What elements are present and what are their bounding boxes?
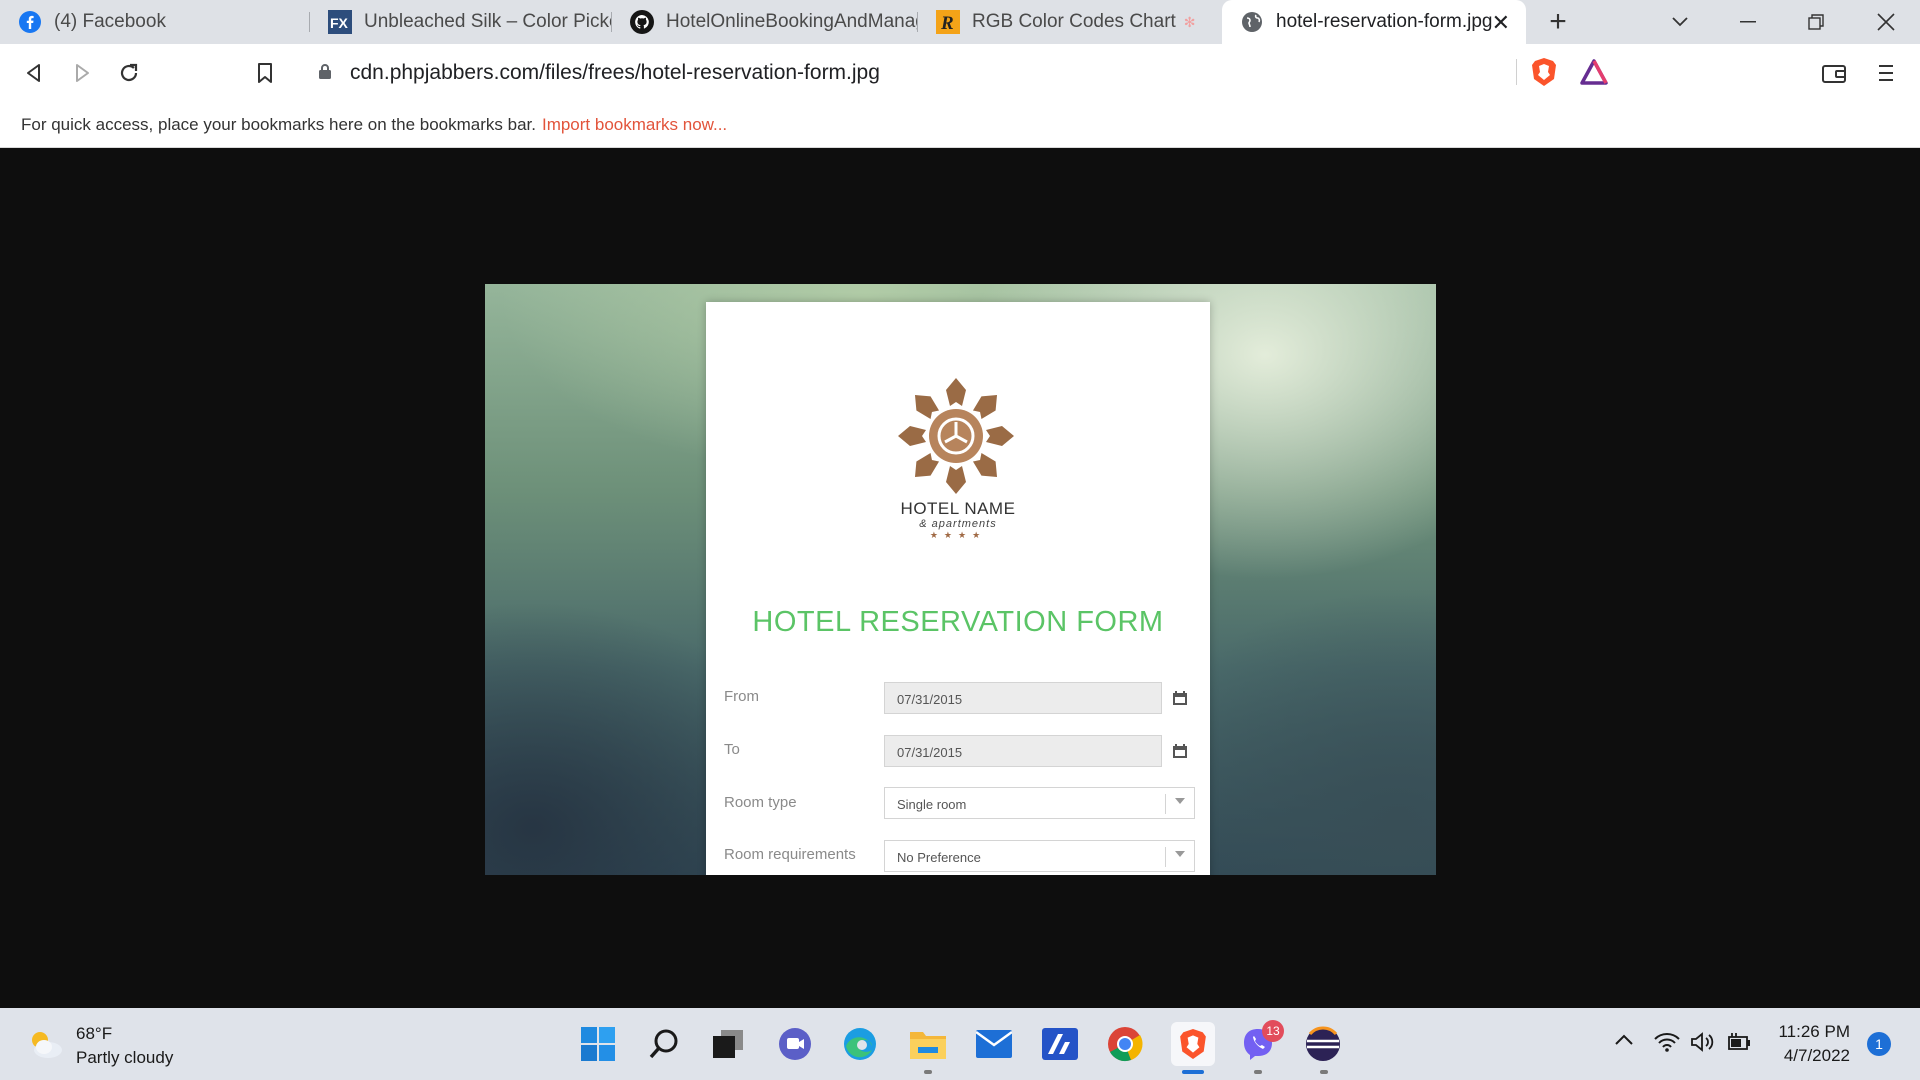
from-date-field: 07/31/2015 [884, 682, 1162, 714]
taskbar: 68°F Partly cloudy 13 11:26 PM 4/7/2022 … [0, 1008, 1920, 1080]
brave-browser-icon[interactable] [1171, 1022, 1215, 1066]
room-requirements-select: No Preference [884, 840, 1195, 872]
tab-color-picker[interactable]: FX Unbleached Silk – Color Picker | FX [310, 0, 612, 44]
brave-rewards-icon[interactable] [1580, 59, 1608, 90]
bookmarks-hint-text: For quick access, place your bookmarks h… [21, 115, 536, 134]
restore-icon[interactable] [1788, 0, 1844, 44]
hotel-name: HOTEL NAME [900, 499, 1016, 518]
close-tab-icon[interactable]: ✕ [1492, 10, 1510, 36]
wifi-icon[interactable] [1654, 1032, 1680, 1057]
tab-strip: (4) Facebook FX Unbleached Silk – Color … [0, 0, 1920, 44]
lock-icon[interactable] [318, 63, 332, 84]
globe-icon [1240, 10, 1264, 34]
image-viewer: HOTEL NAME & apartments ★★★★ HOTEL RESER… [0, 148, 1920, 1008]
hotel-reservation-form-image[interactable]: HOTEL NAME & apartments ★★★★ HOTEL RESER… [485, 284, 1436, 875]
chevron-down-icon [1175, 851, 1185, 857]
room-requirements-label: Room requirements [724, 846, 856, 863]
reload-button[interactable] [109, 53, 149, 93]
tab-rgb-chart[interactable]: R RGB Color Codes Chart ✻ [918, 0, 1220, 44]
new-tab-button[interactable]: + [1540, 4, 1576, 40]
search-icon[interactable] [644, 1024, 684, 1064]
svg-text:R: R [940, 13, 954, 34]
app-running-indicator [1320, 1070, 1328, 1074]
app-running-indicator [924, 1070, 932, 1074]
eclipse-icon[interactable] [1303, 1024, 1343, 1064]
clock-date[interactable]: 4/7/2022 [1770, 1046, 1850, 1066]
audio-icon: ✻ [1183, 13, 1196, 30]
tab-title: HotelOnlineBookingAndManagement [666, 11, 918, 32]
room-type-select: Single room [884, 787, 1195, 819]
battery-icon[interactable] [1726, 1032, 1752, 1057]
partly-cloudy-icon[interactable] [28, 1030, 64, 1065]
browser-toolbar: cdn.phpjabbers.com/files/frees/hotel-res… [0, 44, 1920, 102]
room-type-label: Room type [724, 794, 797, 811]
minimize-icon[interactable] [1720, 0, 1776, 44]
form-title: HOTEL RESERVATION FORM [752, 606, 1164, 638]
tab-search-chevron-icon[interactable] [1652, 0, 1708, 44]
menu-icon[interactable] [1866, 53, 1906, 93]
import-bookmarks-link[interactable]: Import bookmarks now... [542, 115, 727, 134]
forward-button[interactable] [62, 53, 102, 93]
chrome-icon[interactable] [1105, 1024, 1145, 1064]
room-requirements-value: No Preference [897, 850, 981, 865]
chevron-up-icon[interactable] [1614, 1032, 1634, 1051]
brave-shields-icon[interactable] [1530, 57, 1558, 92]
address-bar[interactable]: cdn.phpjabbers.com/files/frees/hotel-res… [298, 51, 1622, 93]
room-type-value: Single room [897, 797, 967, 812]
tab-github[interactable]: HotelOnlineBookingAndManagement [612, 0, 918, 44]
github-icon [630, 10, 654, 34]
hotel-subtitle: & apartments [919, 518, 997, 530]
teams-chat-icon[interactable] [775, 1024, 815, 1064]
select-divider [1165, 847, 1166, 867]
to-date-field: 07/31/2015 [884, 735, 1162, 767]
fx-icon: FX [328, 10, 352, 34]
close-window-icon[interactable] [1858, 0, 1914, 44]
facebook-icon [18, 10, 42, 34]
weather-temperature[interactable]: 68°F [76, 1024, 112, 1044]
task-view-icon[interactable] [708, 1024, 748, 1064]
bookmarks-bar-message: For quick access, place your bookmarks h… [21, 115, 727, 135]
tab-title: hotel-reservation-form.jpg [1276, 11, 1493, 32]
app-running-indicator [1254, 1070, 1262, 1074]
app-active-indicator [1182, 1070, 1204, 1074]
viber-unread-badge: 13 [1262, 1020, 1284, 1042]
bookmarks-bar: For quick access, place your bookmarks h… [0, 102, 1920, 148]
url-text[interactable]: cdn.phpjabbers.com/files/frees/hotel-res… [350, 61, 880, 85]
notification-count-badge[interactable]: 1 [1867, 1032, 1891, 1056]
microsoft-365-icon[interactable] [1040, 1024, 1080, 1064]
r-icon: R [936, 10, 960, 34]
calendar-icon [1173, 691, 1187, 705]
select-divider [1165, 794, 1166, 814]
reservation-form-card: HOTEL NAME & apartments ★★★★ HOTEL RESER… [706, 302, 1210, 875]
tab-facebook[interactable]: (4) Facebook [0, 0, 310, 44]
calendar-icon [1173, 744, 1187, 758]
tab-hotel-reservation-form[interactable]: hotel-reservation-form.jpg ✕ [1222, 0, 1526, 44]
weather-condition[interactable]: Partly cloudy [76, 1048, 173, 1068]
hotel-stars: ★★★★ [929, 530, 987, 540]
tab-title: Unbleached Silk – Color Picker | FX [364, 11, 612, 32]
volume-icon[interactable] [1690, 1032, 1716, 1057]
hotel-logo-icon [898, 378, 1014, 494]
clock-time[interactable]: 11:26 PM [1778, 1022, 1850, 1042]
from-label: From [724, 688, 759, 705]
wallet-icon[interactable] [1814, 53, 1854, 93]
mail-icon[interactable] [974, 1024, 1014, 1064]
omnibox-divider [1516, 59, 1517, 85]
back-button[interactable] [14, 53, 54, 93]
edge-browser-icon[interactable] [840, 1024, 880, 1064]
tab-title: RGB Color Codes Chart [972, 11, 1176, 32]
svg-text:FX: FX [330, 15, 349, 31]
chevron-down-icon [1175, 798, 1185, 804]
file-explorer-icon[interactable] [908, 1024, 948, 1064]
windows-start-icon[interactable] [578, 1024, 618, 1064]
tab-title: (4) Facebook [54, 11, 166, 32]
bookmark-icon[interactable] [245, 53, 285, 93]
to-label: To [724, 741, 740, 758]
